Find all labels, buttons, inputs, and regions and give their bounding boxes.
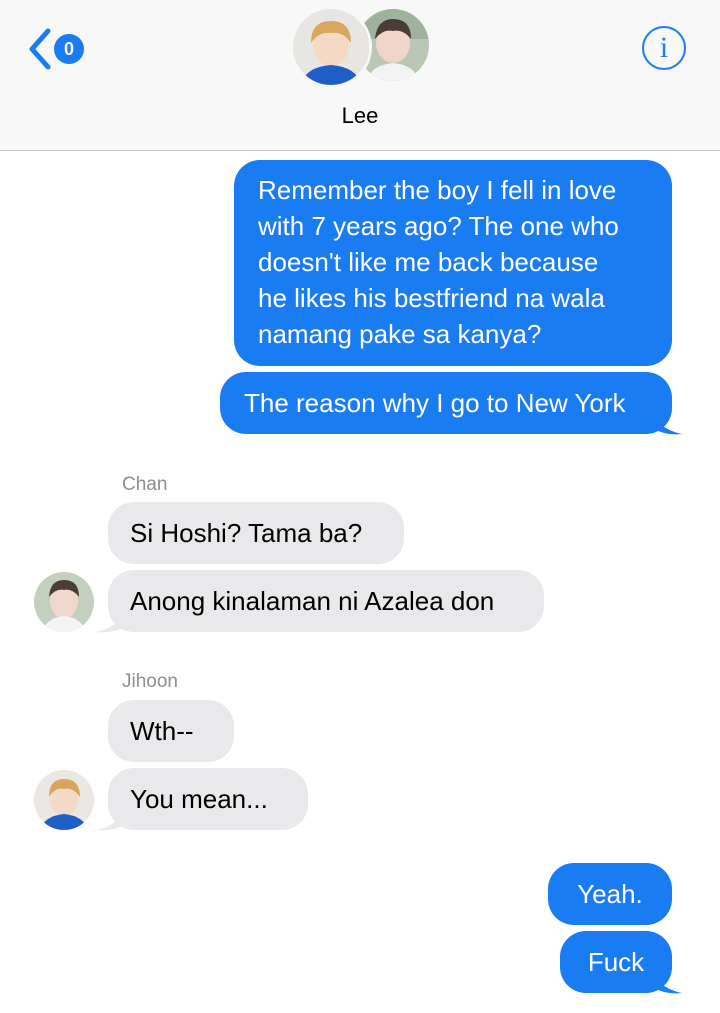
sent-message-bubble[interactable]: The reason why I go to New York (220, 372, 672, 434)
person-photo (293, 9, 369, 85)
conversation-header: 0 Lee i (0, 0, 720, 151)
contact-name[interactable]: Lee (0, 103, 720, 129)
message-line: doesn't like me back because (258, 247, 599, 277)
chevron-left-icon (29, 28, 51, 70)
message-text: Yeah. (577, 879, 643, 909)
message-line: with 7 years ago? The one who (258, 211, 619, 241)
message-line: he likes his bestfriend na wala (258, 283, 605, 313)
sender-avatar-jihoon[interactable] (34, 770, 94, 830)
received-message-bubble[interactable]: Si Hoshi? Tama ba? (108, 502, 404, 564)
message-text: Wth-- (130, 716, 194, 746)
message-text: Fuck (587, 947, 645, 977)
info-icon[interactable]: i (642, 26, 686, 70)
message-text: You mean... (130, 784, 268, 814)
bubble-tail (96, 604, 126, 633)
message-text: Si Hoshi? Tama ba? (130, 518, 363, 548)
person-photo (34, 572, 94, 632)
message-text: Anong kinalaman ni Azalea don (130, 586, 495, 616)
bubble-tail (96, 802, 126, 831)
received-message-bubble[interactable]: Anong kinalaman ni Azalea don (108, 570, 544, 632)
group-avatars[interactable] (290, 6, 432, 90)
back-button[interactable]: 0 (26, 24, 96, 74)
person-photo (34, 770, 94, 830)
sender-avatar-chan[interactable] (34, 572, 94, 632)
sent-message-bubble[interactable]: Remember the boy I fell in love with 7 y… (234, 160, 672, 366)
received-message-bubble[interactable]: Wth-- (108, 700, 234, 762)
message-line: Remember the boy I fell in love (258, 175, 617, 205)
bubble-tail (652, 406, 682, 435)
sender-name: Jihoon (122, 671, 178, 692)
received-message-bubble[interactable]: You mean... (108, 768, 308, 830)
contact-avatar-1 (290, 6, 372, 88)
bubble-tail (652, 965, 682, 994)
message-text: The reason why I go to New York (244, 388, 626, 418)
unread-count-badge: 0 (54, 34, 84, 64)
message-line: namang pake sa kanya? (258, 319, 542, 349)
sent-message-bubble[interactable]: Yeah. (548, 863, 672, 925)
sender-name: Chan (122, 474, 168, 495)
